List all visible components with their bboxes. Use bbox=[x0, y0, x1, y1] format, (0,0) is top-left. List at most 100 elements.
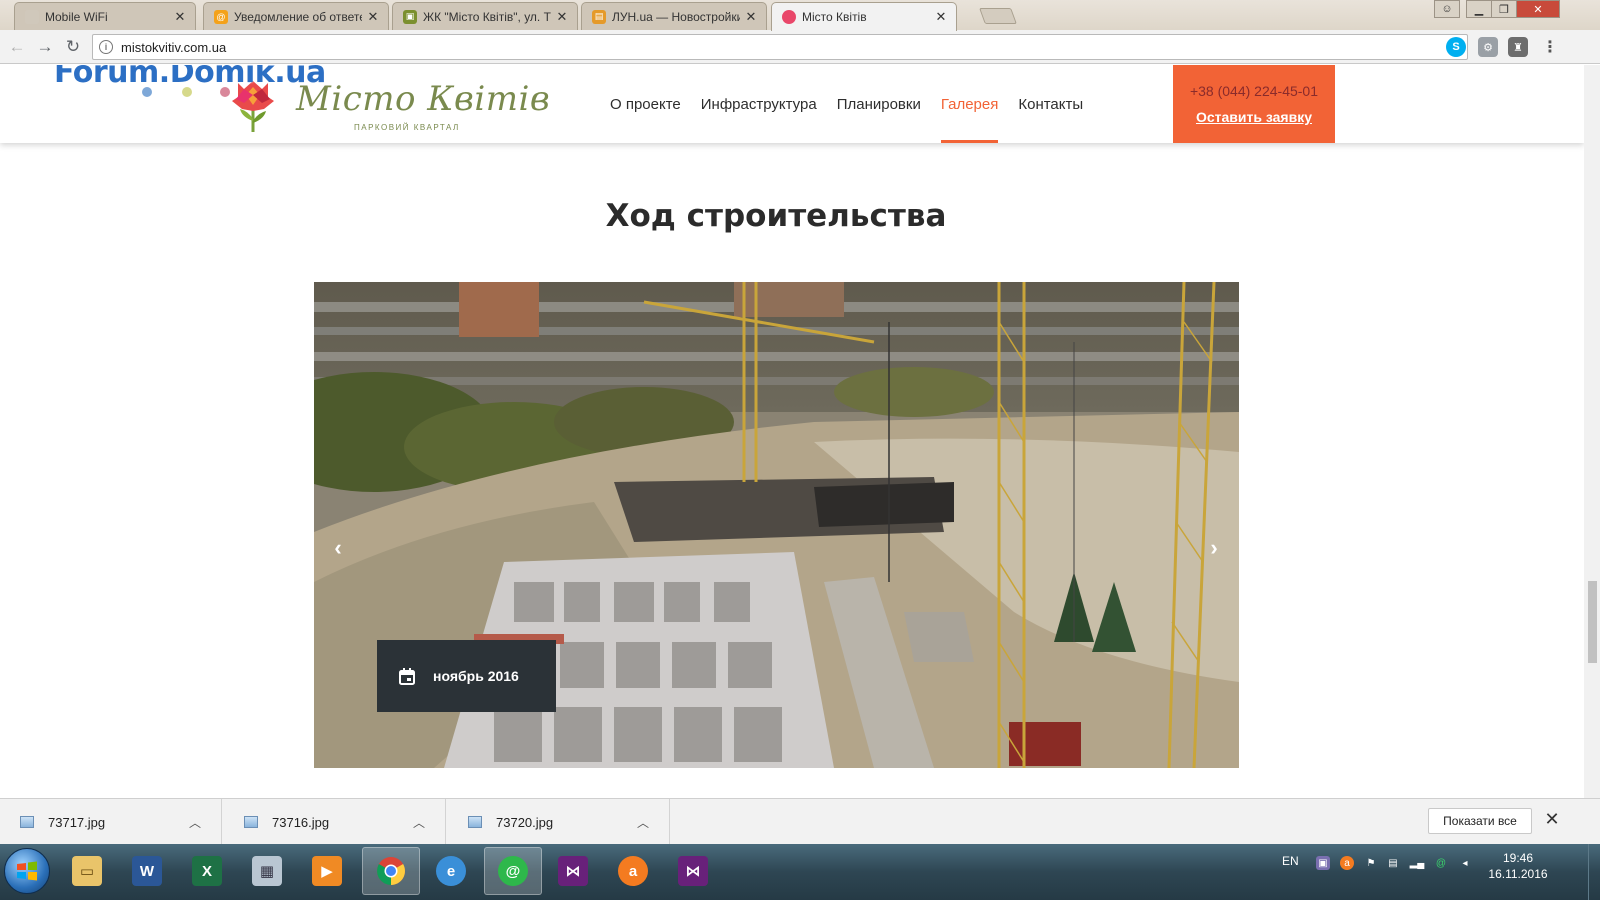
address-bar[interactable]: i mistokvitiv.com.ua ★ bbox=[92, 34, 1468, 60]
clock-time: 19:46 bbox=[1502, 851, 1534, 865]
prev-slide-arrow-icon[interactable]: ‹ bbox=[328, 535, 348, 560]
tab-title: ЛУН.ua — Новостройки bbox=[612, 9, 740, 24]
close-icon[interactable]: ✕ bbox=[1542, 809, 1562, 829]
skype-icon[interactable]: S bbox=[1446, 37, 1466, 57]
word-icon: W bbox=[132, 856, 162, 886]
gallery-slider: ‹ › ноябрь 2016 bbox=[314, 282, 1239, 768]
download-item[interactable]: 73717.jpg ︿ bbox=[0, 799, 222, 845]
tab-title: ЖК "Місто Квітів", ул. Ти bbox=[423, 9, 551, 24]
chevron-up-icon[interactable]: ︿ bbox=[413, 814, 433, 831]
explorer-taskbar-button[interactable]: ▭ bbox=[58, 847, 116, 895]
slide-date-badge: ноябрь 2016 bbox=[377, 640, 556, 712]
slide-date: ноябрь 2016 bbox=[433, 668, 519, 684]
nav-infrastructure[interactable]: Инфраструктура bbox=[701, 65, 817, 143]
tab-mobile-wifi[interactable]: Mobile WiFi ✕ bbox=[14, 2, 196, 30]
tab-title: Уведомление об ответе bbox=[234, 9, 362, 24]
start-button[interactable] bbox=[4, 848, 50, 894]
ie-taskbar-button[interactable]: e bbox=[422, 847, 480, 895]
window-close-icon[interactable]: ✕ bbox=[1516, 0, 1560, 18]
device-icon[interactable]: ▤ bbox=[1386, 856, 1400, 870]
brand-subtitle: ПАРКОВИЙ КВАРТАЛ bbox=[354, 123, 460, 132]
forum-icon: ▣ bbox=[403, 9, 417, 24]
chevron-up-icon[interactable]: ︿ bbox=[189, 814, 209, 831]
image-file-icon bbox=[244, 816, 258, 828]
minimize-icon[interactable]: ▁ bbox=[1466, 0, 1492, 18]
extension-icon[interactable]: ⚙ bbox=[1478, 37, 1498, 57]
brand-name[interactable]: Місто Квітів bbox=[296, 79, 550, 119]
calculator-icon: ▦ bbox=[252, 856, 282, 886]
info-icon[interactable]: i bbox=[99, 40, 113, 54]
flag-icon[interactable]: ⚑ bbox=[1364, 856, 1378, 870]
tab-forum[interactable]: ▣ ЖК "Місто Квітів", ул. Ти ✕ bbox=[392, 2, 578, 30]
contact-cta: +38 (044) 224-45-01 Оставить заявку bbox=[1173, 65, 1335, 143]
maximize-icon[interactable]: ❐ bbox=[1491, 0, 1517, 18]
chrome-taskbar-button[interactable] bbox=[362, 847, 420, 895]
scrollbar-thumb[interactable] bbox=[1588, 581, 1597, 663]
request-link[interactable]: Оставить заявку bbox=[1196, 109, 1312, 125]
reload-icon[interactable]: ↻ bbox=[62, 36, 84, 58]
webpage: Forum.Domik.ua Місто Квітів ПАРКОВИЙ КВА… bbox=[0, 65, 1584, 798]
nav-contacts[interactable]: Контакты bbox=[1018, 65, 1083, 143]
close-icon[interactable]: ✕ bbox=[173, 9, 187, 25]
language-indicator[interactable]: EN bbox=[1282, 854, 1299, 868]
media-player-taskbar-button[interactable]: ▶ bbox=[298, 847, 356, 895]
nav-plans[interactable]: Планировки bbox=[837, 65, 921, 143]
excel-taskbar-button[interactable]: X bbox=[178, 847, 236, 895]
browser-tab-strip: Mobile WiFi ✕ @ Уведомление об ответе ✕ … bbox=[0, 0, 1600, 31]
close-icon[interactable]: ✕ bbox=[934, 9, 948, 25]
extension-shield-icon[interactable]: ♜ bbox=[1508, 37, 1528, 57]
visual-studio-taskbar-button[interactable]: ⋈ bbox=[544, 847, 602, 895]
download-item[interactable]: 73720.jpg ︿ bbox=[448, 799, 670, 845]
next-slide-arrow-icon[interactable]: › bbox=[1204, 535, 1224, 560]
tab-title: Mobile WiFi bbox=[45, 9, 108, 24]
image-file-icon bbox=[468, 816, 482, 828]
browser-toolbar: ← → ↻ i mistokvitiv.com.ua ★ S ⚙ ♜ ⋮ bbox=[0, 30, 1600, 64]
url-text[interactable]: mistokvitiv.com.ua bbox=[121, 40, 1446, 55]
user-icon[interactable]: ☺ bbox=[1434, 0, 1460, 18]
back-arrow-icon[interactable]: ← bbox=[6, 36, 28, 58]
globe-icon: e bbox=[436, 856, 466, 886]
nav-about[interactable]: О проекте bbox=[610, 65, 681, 143]
phone-number[interactable]: +38 (044) 224-45-01 bbox=[1190, 83, 1318, 99]
signal-icon[interactable]: ▂▄ bbox=[1410, 856, 1425, 870]
avast-taskbar-button[interactable]: a bbox=[604, 847, 662, 895]
chevron-up-icon[interactable]: ︿ bbox=[637, 814, 657, 831]
show-all-downloads-button[interactable]: Показати все bbox=[1428, 808, 1532, 834]
visual-studio-icon: ⋈ bbox=[558, 856, 588, 886]
menu-icon[interactable]: ⋮ bbox=[1540, 37, 1560, 57]
download-bar: 73717.jpg ︿ 73716.jpg ︿ 73720.jpg ︿ Пока… bbox=[0, 798, 1600, 845]
word-taskbar-button[interactable]: W bbox=[118, 847, 176, 895]
tab-notification[interactable]: @ Уведомление об ответе ✕ bbox=[203, 2, 389, 30]
mail-at-icon[interactable]: @ bbox=[1434, 856, 1448, 870]
tab-lun[interactable]: ▤ ЛУН.ua — Новостройки ✕ bbox=[581, 2, 767, 30]
system-clock[interactable]: 19:46 16.11.2016 bbox=[1478, 850, 1558, 882]
watermark: Forum.Domik.ua bbox=[54, 65, 326, 90]
forward-arrow-icon[interactable]: → bbox=[34, 36, 56, 58]
folder-icon: ▭ bbox=[72, 856, 102, 886]
new-tab-button[interactable] bbox=[979, 8, 1017, 24]
show-desktop-button[interactable] bbox=[1588, 844, 1600, 900]
download-item[interactable]: 73716.jpg ︿ bbox=[224, 799, 446, 845]
nav-gallery[interactable]: Галерея bbox=[940, 65, 998, 143]
volume-icon[interactable]: ◂ bbox=[1458, 856, 1472, 870]
avast-icon: a bbox=[618, 856, 648, 886]
tray-app-icon[interactable]: ▣ bbox=[1316, 856, 1330, 870]
flower-icon bbox=[782, 10, 796, 24]
tab-misto-kvitiv[interactable]: Місто Квітів ✕ bbox=[771, 2, 957, 31]
close-icon[interactable]: ✕ bbox=[366, 9, 380, 25]
windows-logo-icon bbox=[17, 861, 37, 881]
close-icon[interactable]: ✕ bbox=[744, 9, 758, 25]
section-title: Ход строительства bbox=[605, 198, 947, 234]
page-scrollbar[interactable] bbox=[1584, 65, 1600, 798]
avast-tray-icon[interactable]: a bbox=[1340, 856, 1354, 870]
mail-agent-taskbar-button[interactable]: @ bbox=[484, 847, 542, 895]
main-nav: О проекте Инфраструктура Планировки Гале… bbox=[610, 65, 1103, 143]
visual-studio-2-taskbar-button[interactable]: ⋈ bbox=[664, 847, 722, 895]
tab-title: Місто Квітів bbox=[802, 10, 867, 24]
clock-date: 16.11.2016 bbox=[1488, 867, 1548, 881]
mail-at-icon: @ bbox=[214, 9, 228, 24]
windows-taskbar: ▭ W X ▦ ▶ e @ ⋈ a ⋈ EN ▣ a ⚑ ▤ ▂▄ @ ◂ 19… bbox=[0, 844, 1600, 900]
close-icon[interactable]: ✕ bbox=[555, 9, 569, 25]
calculator-taskbar-button[interactable]: ▦ bbox=[238, 847, 296, 895]
download-file-name: 73720.jpg bbox=[496, 814, 554, 830]
